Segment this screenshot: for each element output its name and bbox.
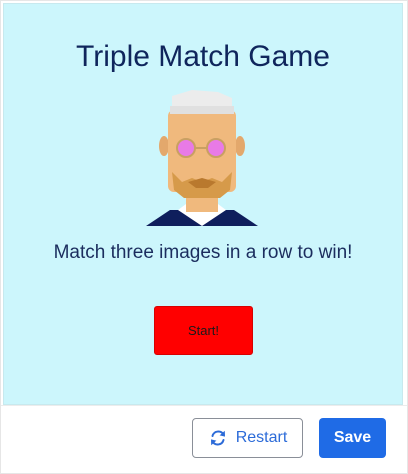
footer-divider — [1, 405, 407, 406]
start-button[interactable]: Start! — [154, 306, 253, 355]
restart-label: Restart — [235, 429, 288, 446]
restart-button[interactable]: Restart — [192, 418, 303, 458]
refresh-icon — [208, 428, 228, 448]
game-subtitle: Match three images in a row to win! — [53, 242, 353, 263]
save-button[interactable]: Save — [319, 418, 386, 458]
game-area: Triple Match Game Match three images in … — [3, 3, 403, 405]
old-man-avatar-icon — [146, 90, 258, 226]
app-frame: Triple Match Game Match three images in … — [0, 0, 408, 474]
game-title: Triple Match Game — [76, 40, 330, 73]
